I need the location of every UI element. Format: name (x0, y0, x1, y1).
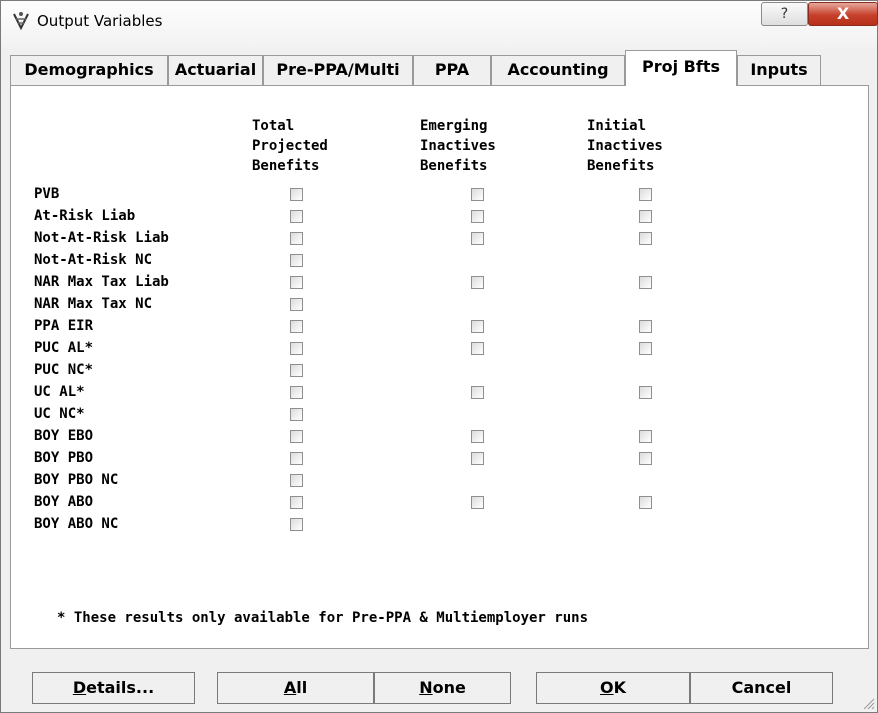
checkbox-col2[interactable] (471, 210, 484, 223)
window-title: Output Variables (37, 12, 163, 30)
row-label: PVB (34, 186, 60, 202)
column-header-initial-inactives: Initial Inactives Benefits (587, 118, 663, 174)
checkbox-col2[interactable] (471, 342, 484, 355)
checkbox-col1[interactable] (290, 254, 303, 267)
checkbox-col1[interactable] (290, 298, 303, 311)
row-label: NAR Max Tax Liab (34, 274, 169, 290)
checkbox-col1[interactable] (290, 430, 303, 443)
details-button[interactable]: Details... (32, 672, 195, 704)
checkbox-col2[interactable] (471, 430, 484, 443)
none-button[interactable]: None (374, 672, 511, 704)
checkbox-col3[interactable] (639, 232, 652, 245)
checkbox-col2[interactable] (471, 386, 484, 399)
proj-bfts-panel: Total Projected Benefits Emerging Inacti… (10, 85, 869, 649)
checkbox-col1[interactable] (290, 232, 303, 245)
title-bar: Output Variables ? X (1, 1, 878, 49)
app-icon (13, 12, 29, 31)
checkbox-col3[interactable] (639, 276, 652, 289)
ok-label-rest: K (613, 678, 626, 697)
row-label: UC NC* (34, 406, 85, 422)
row-label: UC AL* (34, 384, 85, 400)
checkbox-col3[interactable] (639, 430, 652, 443)
details-mnemonic: D (72, 678, 87, 697)
help-button[interactable]: ? (761, 2, 808, 26)
column-header-emerging-inactives: Emerging Inactives Benefits (420, 118, 496, 174)
checkbox-col2[interactable] (471, 452, 484, 465)
row-label: BOY PBO NC (34, 472, 119, 488)
all-mnemonic: A (283, 678, 297, 697)
none-mnemonic: N (419, 678, 433, 697)
checkbox-col1[interactable] (290, 188, 303, 201)
checkbox-col3[interactable] (639, 320, 652, 333)
checkbox-col3[interactable] (639, 342, 652, 355)
output-variables-dialog: Output Variables ? X Demographics Actuar… (0, 0, 878, 713)
checkbox-col2[interactable] (471, 496, 484, 509)
checkbox-col2[interactable] (471, 276, 484, 289)
checkbox-col3[interactable] (639, 210, 652, 223)
checkbox-col1[interactable] (290, 408, 303, 421)
row-label: At-Risk Liab (34, 208, 136, 224)
cancel-button[interactable]: Cancel (690, 672, 833, 704)
checkbox-col3[interactable] (639, 452, 652, 465)
tab-ppa[interactable]: PPA (413, 55, 491, 85)
none-label-rest: one (432, 678, 466, 697)
row-label: PUC NC* (34, 362, 94, 378)
ok-button[interactable]: OK (536, 672, 690, 704)
tab-accounting[interactable]: Accounting (491, 55, 625, 85)
checkbox-col1[interactable] (290, 518, 303, 531)
row-label: BOY ABO NC (34, 516, 119, 532)
close-button[interactable]: X (808, 2, 878, 26)
checkbox-col1[interactable] (290, 210, 303, 223)
checkbox-col2[interactable] (471, 320, 484, 333)
row-label: PPA EIR (34, 318, 94, 334)
footnote: * These results only available for Pre-P… (57, 610, 589, 626)
button-bar: Details... All None OK Cancel (1, 651, 877, 712)
row-label: Not-At-Risk NC (34, 252, 153, 268)
checkbox-col2[interactable] (471, 232, 484, 245)
row-label: BOY PBO (34, 450, 94, 466)
tab-proj-bfts[interactable]: Proj Bfts (625, 50, 737, 86)
tab-inputs[interactable]: Inputs (737, 55, 821, 85)
tab-pre-ppa-multi[interactable]: Pre-PPA/Multi (263, 55, 413, 85)
checkbox-col3[interactable] (639, 188, 652, 201)
checkbox-col1[interactable] (290, 276, 303, 289)
checkbox-col1[interactable] (290, 474, 303, 487)
ok-mnemonic: O (599, 678, 614, 697)
row-label: NAR Max Tax NC (34, 296, 153, 312)
checkbox-col1[interactable] (290, 364, 303, 377)
checkbox-col1[interactable] (290, 386, 303, 399)
tab-strip: Demographics Actuarial Pre-PPA/Multi PPA… (10, 50, 870, 86)
tab-actuarial[interactable]: Actuarial (168, 55, 263, 85)
checkbox-col2[interactable] (471, 188, 484, 201)
checkbox-col1[interactable] (290, 342, 303, 355)
checkbox-col3[interactable] (639, 386, 652, 399)
checkbox-col1[interactable] (290, 320, 303, 333)
resize-grip-icon[interactable] (861, 696, 875, 710)
row-label: PUC AL* (34, 340, 94, 356)
all-label-rest: ll (296, 678, 308, 697)
all-button[interactable]: All (217, 672, 374, 704)
checkbox-col1[interactable] (290, 452, 303, 465)
checkbox-col1[interactable] (290, 496, 303, 509)
row-label: BOY EBO (34, 428, 94, 444)
column-header-total-projected: Total Projected Benefits (252, 118, 328, 174)
details-label-rest: etails... (86, 678, 155, 697)
row-label: BOY ABO (34, 494, 94, 510)
checkbox-col3[interactable] (639, 496, 652, 509)
tab-demographics[interactable]: Demographics (10, 55, 168, 85)
row-label: Not-At-Risk Liab (34, 230, 169, 246)
